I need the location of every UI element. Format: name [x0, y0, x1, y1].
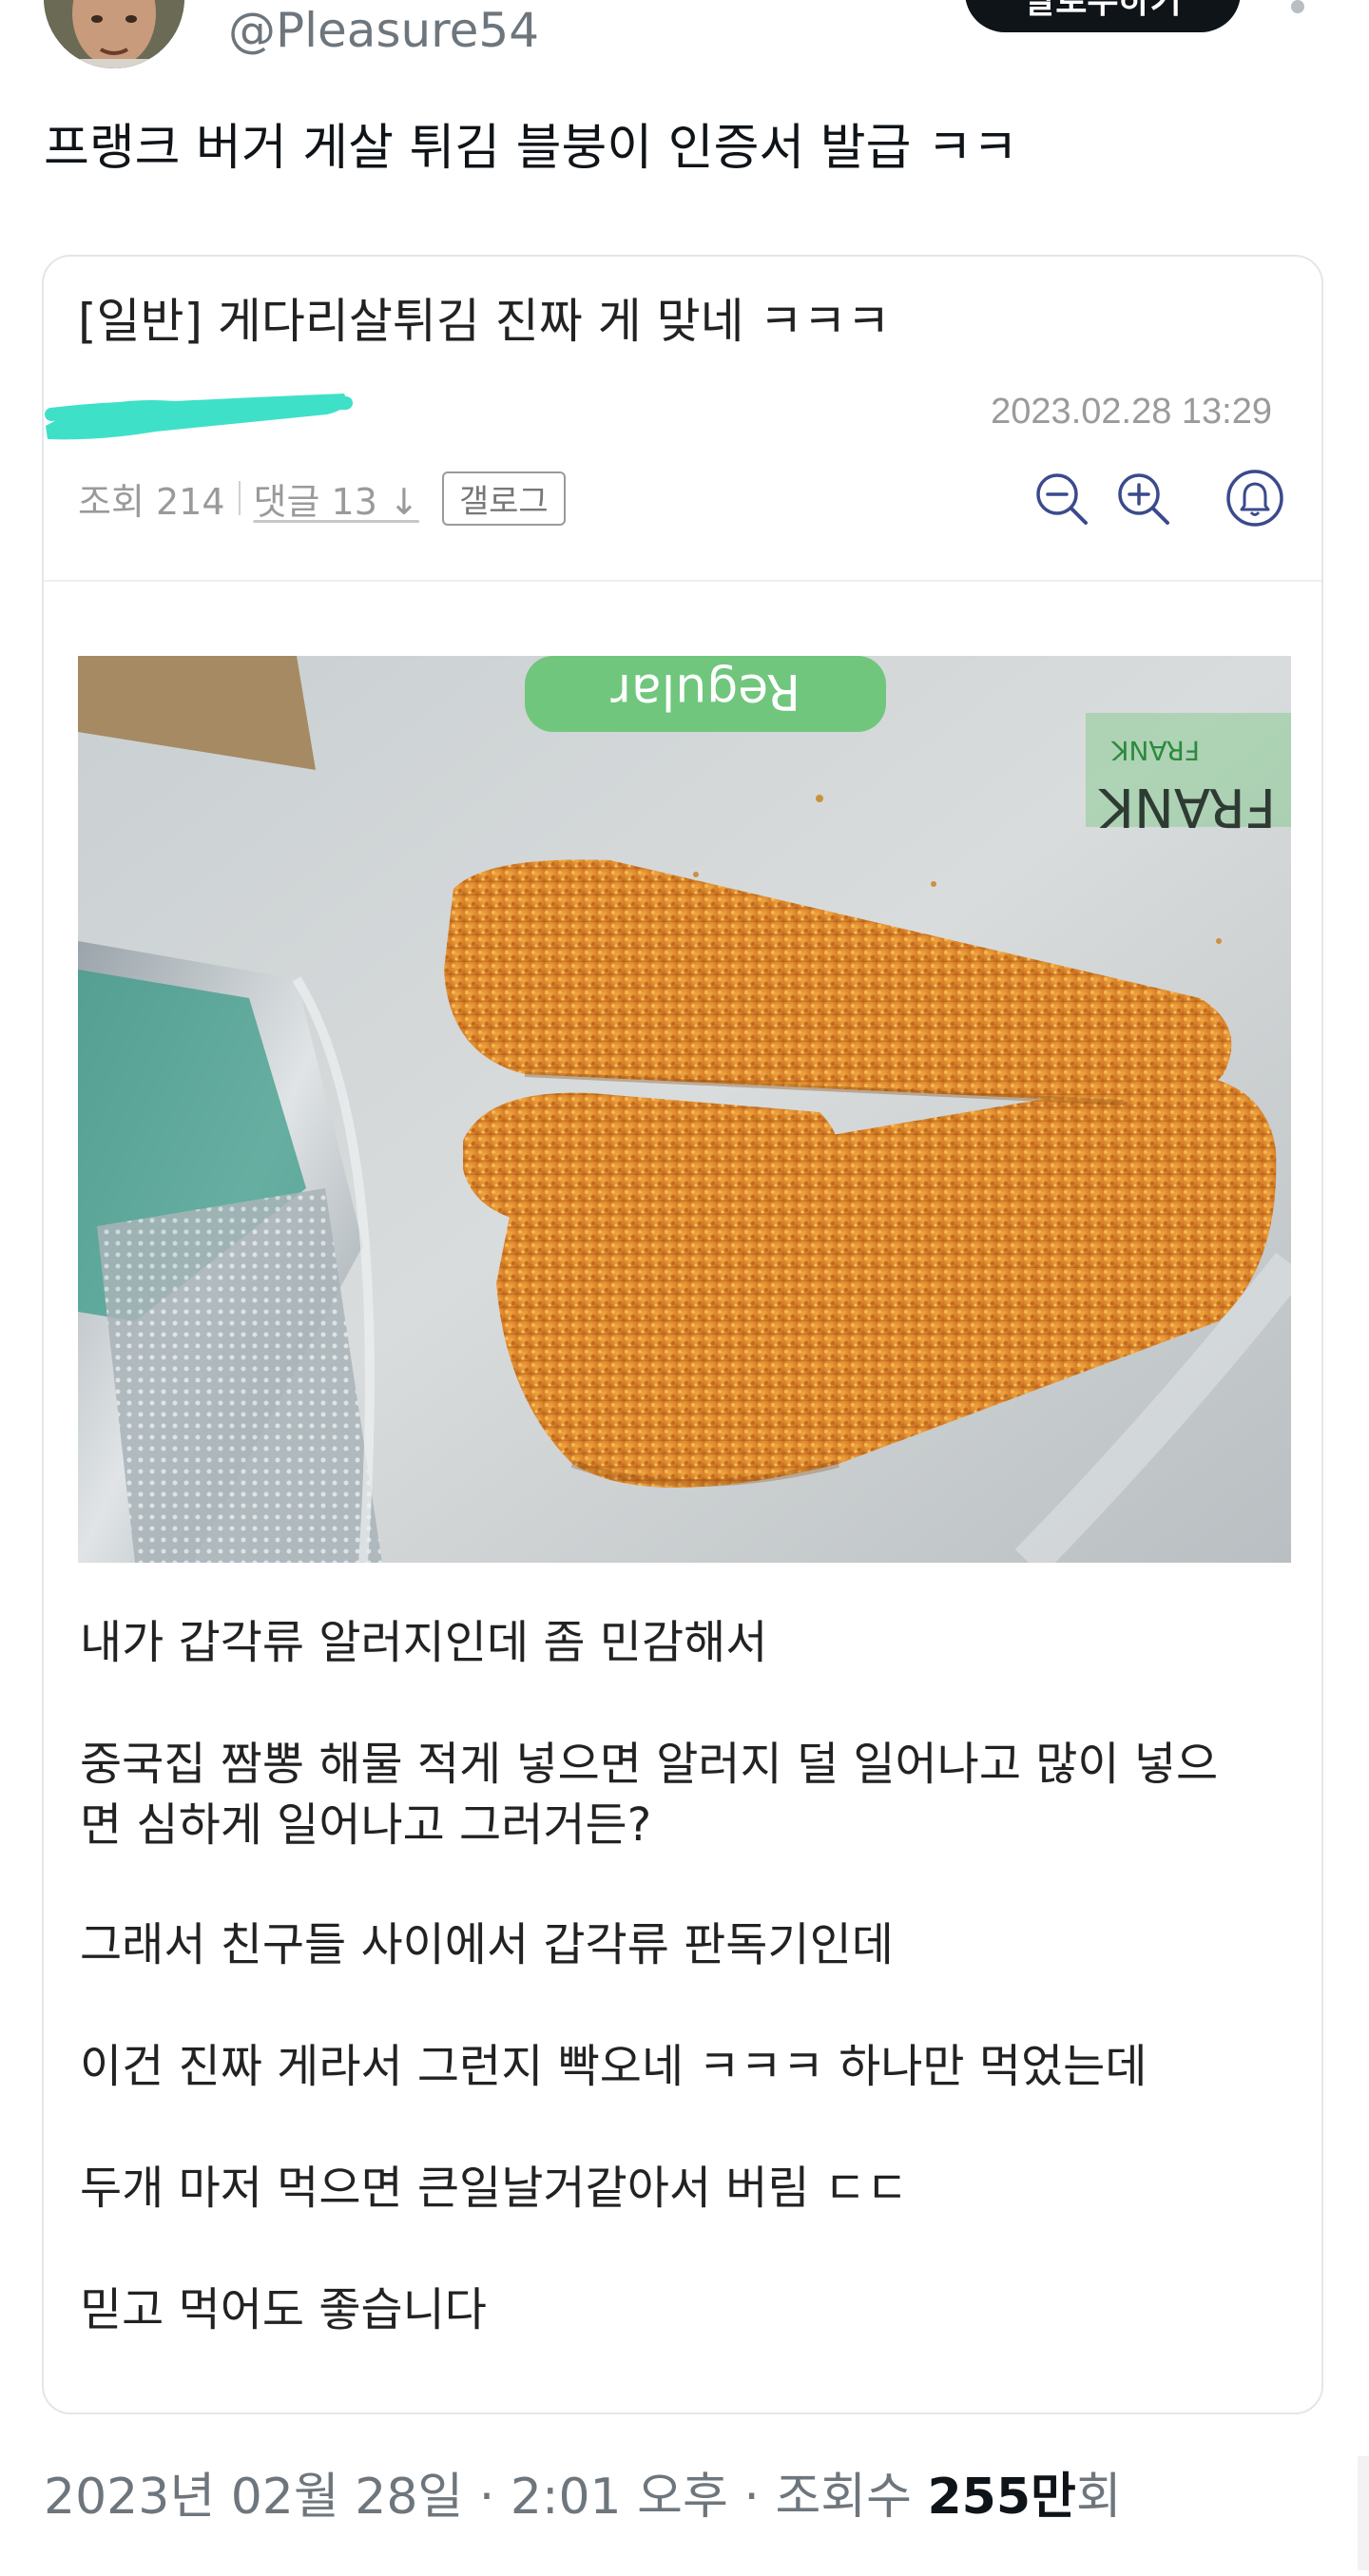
- avatar[interactable]: [44, 0, 184, 68]
- view-count: 조회 214: [78, 480, 225, 523]
- user-handle[interactable]: @Pleasure54: [228, 2, 539, 59]
- meta-divider: [238, 481, 241, 515]
- profile-photo-icon: [44, 0, 184, 68]
- svg-text:FRANK: FRANK: [1110, 735, 1200, 766]
- quoted-post-card[interactable]: [일반] 게다리살튀김 진짜 게 맞네 ㅋㅋㅋ 2023.02.28 13:29…: [42, 255, 1323, 2414]
- card-divider: [44, 580, 1321, 582]
- arrow-down-icon: ↓: [388, 480, 419, 523]
- follow-button[interactable]: 팔로우하기: [965, 0, 1241, 32]
- tweet-text: 프랭크 버거 게살 튀김 블붕이 인증서 발급 ㅋㅋ: [44, 120, 1018, 177]
- post-date: 2023.02.28 13:29: [991, 392, 1272, 432]
- post-body-line: 내가 갑각류 알러지인데 좀 민감해서: [80, 1616, 768, 1669]
- views-count: 255만: [927, 2469, 1076, 2526]
- gallog-button[interactable]: 갤로그: [441, 471, 566, 526]
- tweet-timestamp-views: 2023년 02월 28일 · 2:01 오후 · 조회수 255만회: [44, 2464, 1122, 2530]
- post-body-line: 중국집 짬뽕 해물 적게 넣으면 알러지 덜 일어나고 많이 넣으: [80, 1738, 1219, 1791]
- bell-icon[interactable]: [1224, 468, 1285, 529]
- redaction-scribble: [45, 394, 353, 440]
- views-suffix: 회: [1075, 2469, 1122, 2526]
- more-options-icon[interactable]: [1291, 0, 1304, 13]
- zoom-in-icon[interactable]: [1112, 468, 1173, 529]
- views-prefix: 조회수: [775, 2469, 928, 2526]
- comment-count-label: 댓글 13: [253, 480, 377, 523]
- zoom-out-icon[interactable]: [1031, 468, 1091, 529]
- svg-text:FRANK: FRANK: [1098, 776, 1276, 837]
- post-meta-row: 조회 214 댓글 13 ↓ 갤로그: [78, 470, 566, 527]
- post-title: [일반] 게다리살튀김 진짜 게 맞네 ㅋㅋㅋ: [78, 294, 891, 349]
- separator: ·: [463, 2469, 511, 2526]
- svg-text:Regular: Regular: [610, 663, 800, 720]
- post-body-line: 면 심하게 일어나고 그러거든?: [80, 1798, 652, 1852]
- post-body-line: 두개 마저 먹으면 큰일날거같아서 버림 ㄷㄷ: [80, 2162, 909, 2215]
- post-body-line: 그래서 친구들 사이에서 갑각류 판독기인데: [80, 1918, 894, 1971]
- crab-fries-photo-icon: Regular FRANK FRANK: [78, 656, 1291, 1563]
- post-photo[interactable]: Regular FRANK FRANK: [78, 656, 1291, 1563]
- edge-shadow: [1358, 2456, 1369, 2570]
- comment-count-link[interactable]: 댓글 13 ↓: [254, 472, 419, 525]
- post-body-line: 믿고 먹어도 좋습니다: [80, 2283, 487, 2336]
- tweet-time[interactable]: 2:01 오후: [511, 2469, 728, 2526]
- post-body-line: 이건 진짜 게라서 그런지 빡오네 ㅋㅋㅋ 하나만 먹었는데: [80, 2040, 1147, 2093]
- tweet-date[interactable]: 2023년 02월 28일: [44, 2469, 463, 2526]
- separator: ·: [727, 2469, 776, 2526]
